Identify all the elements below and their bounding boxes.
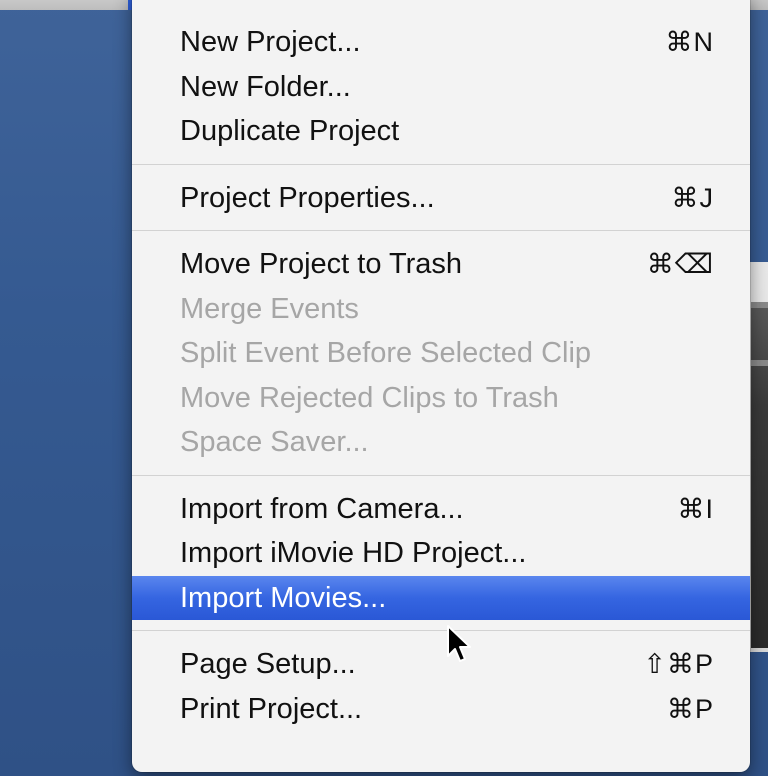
menu-item-shortcut: ⌘P	[666, 693, 714, 724]
menu-item-move-rejected-clips-to-trash: Move Rejected Clips to Trash	[132, 376, 750, 421]
menu-item-project-properties[interactable]: Project Properties... ⌘J	[132, 176, 750, 221]
background-window-content	[751, 302, 768, 648]
menu-separator	[132, 474, 750, 476]
menu-item-shortcut: ⌘J	[671, 182, 714, 213]
menu-item-print-project[interactable]: Print Project... ⌘P	[132, 687, 750, 732]
menu-item-label: Duplicate Project	[180, 115, 400, 147]
menu-item-label: Import Movies...	[180, 581, 387, 614]
menu-item-label: Project Properties...	[180, 181, 435, 214]
menu-item-new-project[interactable]: New Project... ⌘N	[132, 20, 750, 65]
menu-separator	[132, 630, 750, 631]
menu-item-duplicate-project[interactable]: Duplicate Project	[132, 109, 750, 154]
menu-item-label: Page Setup...	[180, 648, 356, 680]
menu-item-label: New Folder...	[180, 70, 351, 103]
menu-item-split-event-before-selected-clip: Split Event Before Selected Clip	[132, 331, 750, 376]
menu-item-merge-events: Merge Events	[132, 287, 750, 332]
menu-item-label: Space Saver...	[180, 426, 369, 458]
menu-item-label: Split Event Before Selected Clip	[180, 337, 592, 369]
menu-item-label: Print Project...	[180, 692, 363, 725]
menu-item-shortcut: ⌘N	[665, 27, 714, 57]
menu-item-move-project-to-trash[interactable]: Move Project to Trash ⌘⌫	[132, 242, 750, 287]
menu-item-shortcut: ⌘I	[677, 493, 714, 524]
menu-item-label: Move Project to Trash	[180, 248, 463, 280]
menu-item-new-folder[interactable]: New Folder...	[132, 65, 750, 110]
menu-item-label: Import iMovie HD Project...	[180, 537, 527, 569]
menu-item-space-saver: Space Saver...	[132, 420, 750, 465]
menu-item-import-from-camera[interactable]: Import from Camera... ⌘I	[132, 487, 750, 532]
menu-item-shortcut: ⌘⌫	[646, 249, 714, 279]
menu-item-import-movies[interactable]: Import Movies...	[132, 575, 750, 620]
arrow-cursor-icon	[447, 625, 471, 662]
menu-item-label: Move Rejected Clips to Trash	[180, 381, 559, 414]
menu-separator	[132, 230, 750, 231]
menu-item-shortcut: ⇧⌘P	[643, 649, 714, 679]
menu-item-label: New Project...	[180, 26, 361, 58]
background-window-strip	[751, 302, 768, 308]
background-window-strip	[751, 360, 768, 366]
menu-item-label: Import from Camera...	[180, 492, 464, 525]
menu-item-page-setup[interactable]: Page Setup... ⇧⌘P	[132, 642, 750, 687]
menu-separator	[132, 163, 750, 165]
menu-item-import-imovie-hd-project[interactable]: Import iMovie HD Project...	[132, 531, 750, 576]
file-menu-dropdown: New Project... ⌘N New Folder... Duplicate P…	[132, 0, 750, 772]
menu-item-label: Merge Events	[180, 292, 359, 325]
